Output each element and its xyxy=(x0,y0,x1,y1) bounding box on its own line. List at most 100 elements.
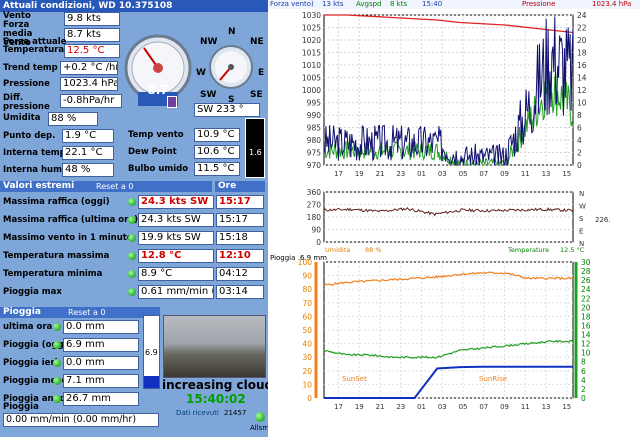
temperatura-label: Temperatura xyxy=(3,45,65,55)
legend-avgspd: Avgspd xyxy=(356,0,382,8)
y-tick-label: 20 xyxy=(302,367,312,376)
legend-umidita: Umidita xyxy=(325,246,351,254)
y2-tick-label: 22 xyxy=(581,294,591,303)
legend-umidita-value: 88 % xyxy=(365,246,382,254)
y2-tick-label: 26 xyxy=(581,276,591,285)
extreme-time: 15:17 xyxy=(216,213,264,227)
x-tick-label: 17 xyxy=(334,170,343,178)
pressure-wind-chart: 9709759809859909951000100510101015102010… xyxy=(302,11,587,178)
wind-direction-chart: 360270180900NWSEN226. xyxy=(307,188,611,248)
interna-hum-label: Interna hum xyxy=(3,165,62,175)
y-tick-label: 1015 xyxy=(302,49,321,58)
extremes-title: Valori estremi xyxy=(3,181,75,191)
extreme-value: 12.8 °C xyxy=(138,249,214,263)
status-led-icon xyxy=(128,216,136,224)
temperatura-value: 12.5 °C xyxy=(64,44,120,58)
status-led-icon xyxy=(53,377,61,385)
rain-label: ultima ora xyxy=(3,322,53,332)
y2-tick-label: 0 xyxy=(581,394,586,403)
legend-pressione-value: 1023.4 hPa xyxy=(592,0,632,8)
y-tick-label: 10 xyxy=(302,380,312,389)
x-tick-label: 23 xyxy=(396,170,405,178)
weather-caption: increasing cloud xyxy=(162,378,274,392)
y-tick-label: 70 xyxy=(302,299,312,308)
rain-rate-label: Pioggia xyxy=(3,402,39,412)
dew-point-label: Dew Point xyxy=(128,147,177,157)
rain-value: 7.1 mm xyxy=(63,374,139,388)
diff-pressione-label: Diff. pressione xyxy=(3,93,50,112)
status-led-icon xyxy=(53,323,61,331)
direction-label: W xyxy=(579,203,586,211)
bulbo-umido-value: 11.5 °C xyxy=(194,162,240,176)
sunset-label: SunSet xyxy=(342,375,367,383)
y2-tick-label: 12 xyxy=(577,86,587,95)
x-tick-label: 19 xyxy=(355,403,364,411)
y-tick-label: 180 xyxy=(307,213,322,222)
x-tick-label: 17 xyxy=(334,403,343,411)
compass-label-n: N xyxy=(228,27,236,37)
rain-value: 0.0 mm xyxy=(63,320,139,334)
y2-tick-label: 8 xyxy=(577,111,582,120)
x-tick-label: 21 xyxy=(376,170,385,178)
extreme-time: 15:17 xyxy=(216,195,264,209)
y-tick-label: 50 xyxy=(302,326,312,335)
pressione-label: Pressione xyxy=(3,79,50,89)
temp-vento-label: Temp vento xyxy=(128,130,184,140)
rain-value: 6.9 mm xyxy=(63,338,139,352)
y2-tick-label: 8 xyxy=(581,358,586,367)
forza-media-value: 8.7 kts xyxy=(64,28,120,42)
legend-vento: Forza vento) xyxy=(270,0,314,8)
punto-dep-label: Punto dep. xyxy=(3,131,56,141)
umidita-value: 88 % xyxy=(48,112,98,126)
y2-tick-label: 28 xyxy=(581,267,591,276)
x-tick-label: 11 xyxy=(521,403,530,411)
rain-gauge-fill xyxy=(144,376,159,388)
y2-tick-label: 10 xyxy=(577,99,587,108)
diff-pressione-value: -0.8hPa/hr xyxy=(60,94,122,108)
compass-label-se: SE xyxy=(250,90,263,100)
y2-tick-label: 16 xyxy=(577,61,587,70)
dew-point-value: 10.6 °C xyxy=(194,145,240,159)
rain-gauge: 6.9 xyxy=(143,315,160,389)
y2-tick-label: 4 xyxy=(581,376,586,385)
extreme-time: 03:14 xyxy=(216,285,264,299)
y-tick-label: 980 xyxy=(307,136,322,145)
rain-reset-button[interactable]: Reset a 0 xyxy=(68,308,105,317)
rain-gauge-value: 6.9 xyxy=(145,348,158,357)
x-tick-label: 23 xyxy=(396,403,405,411)
y-tick-label: 90 xyxy=(302,272,312,281)
y2-tick-label: 10 xyxy=(581,349,591,358)
compass-label-sw: SW xyxy=(200,90,217,100)
extreme-time: 15:18 xyxy=(216,231,264,245)
sunrise-label: SunRise xyxy=(479,375,507,383)
punto-dep-value: 1.9 °C xyxy=(62,129,114,143)
x-tick-label: 09 xyxy=(500,170,509,178)
compass-label-w: W xyxy=(196,68,206,78)
ore-header: Ore xyxy=(215,181,265,192)
side-meter-value: 1.6 xyxy=(249,148,262,157)
y-tick-label: 80 xyxy=(302,285,312,294)
extreme-time: 04:12 xyxy=(216,267,264,281)
gauge-indicator-icon xyxy=(167,96,177,108)
y2-tick-label: 30 xyxy=(581,258,591,267)
x-tick-label: 01 xyxy=(417,170,426,178)
y-tick-label: 30 xyxy=(302,353,312,362)
x-tick-label: 07 xyxy=(479,403,488,411)
extreme-label: Massima raffica (oggi) xyxy=(3,197,110,207)
direction-value: 226. xyxy=(595,216,611,224)
rain-value: 26.7 mm xyxy=(63,392,139,406)
y-tick-label: 1010 xyxy=(302,61,321,70)
compass-direction: SW 233 ° xyxy=(194,103,260,117)
legend-temperature: Temperature xyxy=(508,246,550,254)
temp-vento-value: 10.9 °C xyxy=(194,128,240,142)
y2-tick-label: 18 xyxy=(581,312,591,321)
y-tick-label: 60 xyxy=(302,312,312,321)
status-led-icon xyxy=(53,341,61,349)
status-led-icon xyxy=(53,395,61,403)
y-tick-label: 1025 xyxy=(302,24,321,33)
extreme-value: 24.3 kts SW xyxy=(138,213,214,227)
extreme-label: Massimo vento in 1 minuto xyxy=(3,233,133,243)
humidity-temp-rain-chart: 0102030405060708090100024681012141618202… xyxy=(298,258,591,411)
legend-temperature-value: 12.5 °C xyxy=(560,246,585,254)
extremes-reset-button[interactable]: Reset a 0 xyxy=(96,182,133,191)
